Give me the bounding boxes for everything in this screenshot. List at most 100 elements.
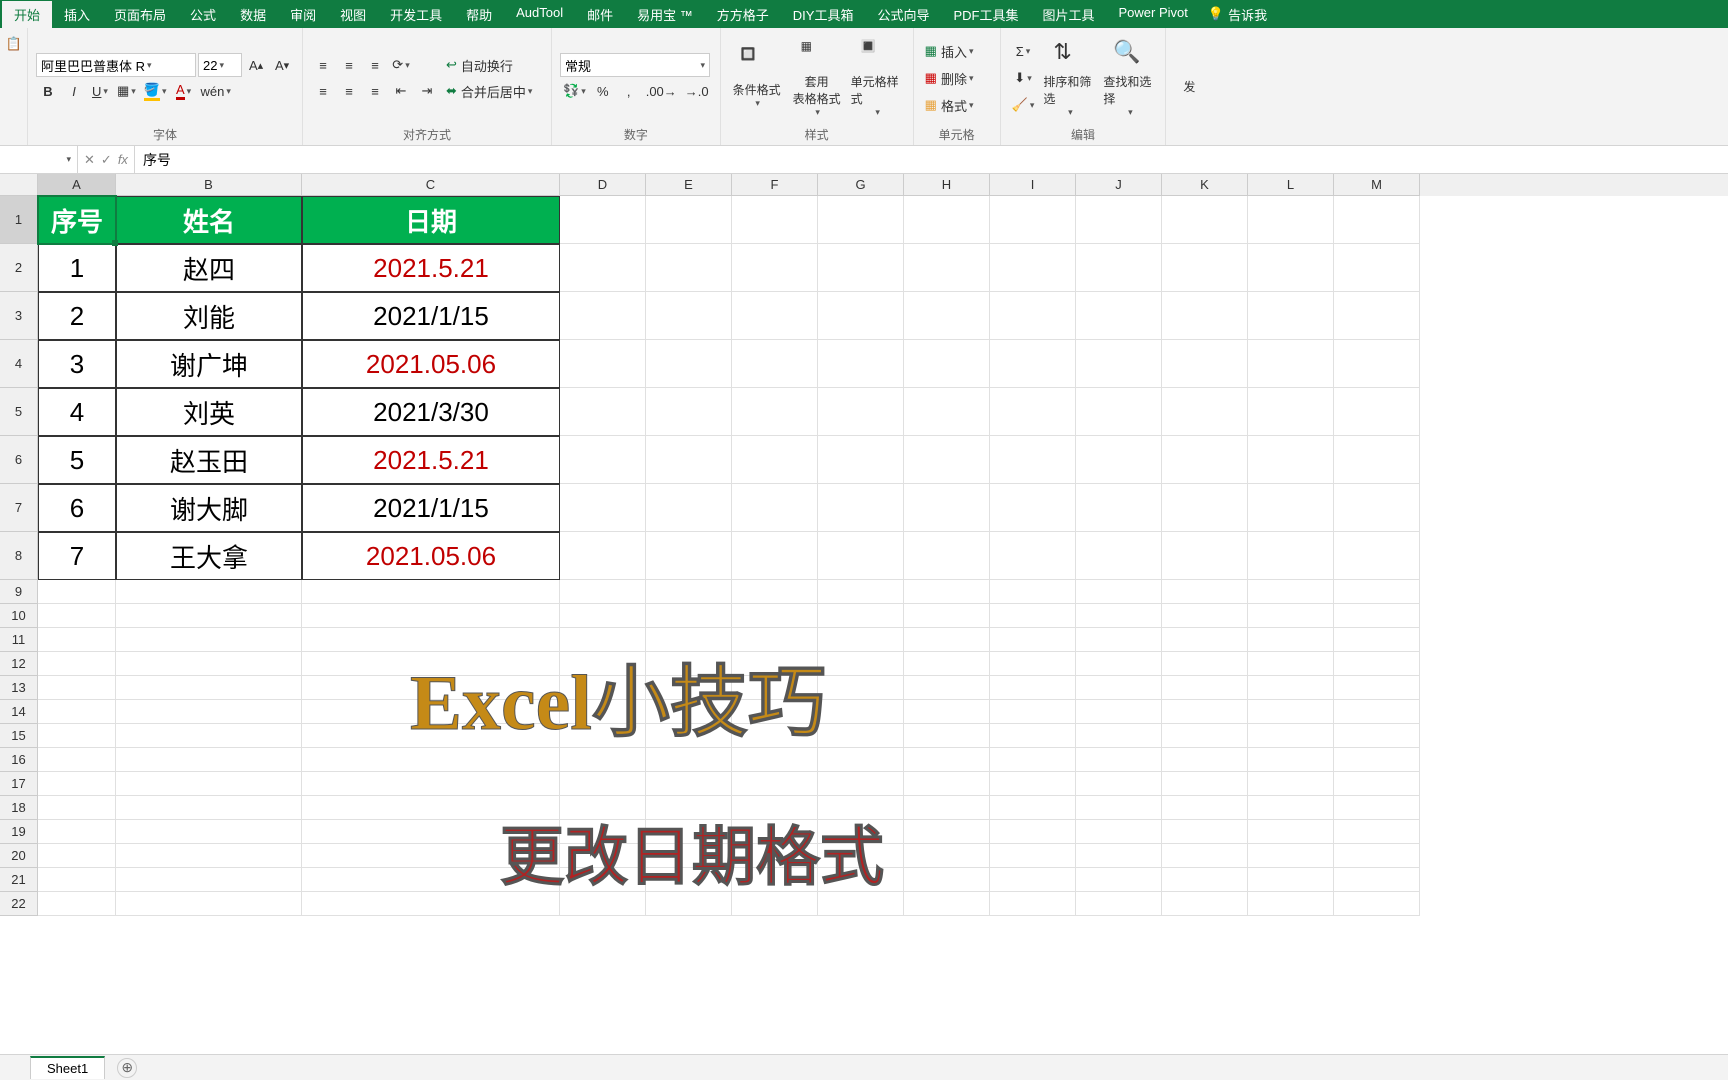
cell[interactable]: 刘能 (116, 292, 302, 340)
cell[interactable] (990, 628, 1076, 652)
cell[interactable] (1076, 604, 1162, 628)
cell[interactable] (904, 244, 990, 292)
row-header[interactable]: 5 (0, 388, 38, 436)
row-header[interactable]: 3 (0, 292, 38, 340)
cell[interactable] (1248, 844, 1334, 868)
cell[interactable] (38, 772, 116, 796)
cell[interactable]: 王大拿 (116, 532, 302, 580)
cell[interactable] (1076, 484, 1162, 532)
cell[interactable] (560, 604, 646, 628)
menu-tab[interactable]: Power Pivot (1107, 1, 1200, 28)
align-left-button[interactable]: ≡ (311, 79, 335, 103)
cell[interactable] (990, 652, 1076, 676)
cell[interactable] (990, 244, 1076, 292)
menu-tab[interactable]: 图片工具 (1030, 1, 1106, 28)
increase-indent-button[interactable]: ⇥ (415, 79, 439, 103)
cell[interactable] (38, 868, 116, 892)
cell[interactable] (818, 532, 904, 580)
cell[interactable]: 赵玉田 (116, 436, 302, 484)
cell[interactable] (1076, 292, 1162, 340)
cell[interactable] (1248, 436, 1334, 484)
italic-button[interactable]: I (62, 79, 86, 103)
cell[interactable] (732, 604, 818, 628)
cell[interactable] (732, 196, 818, 244)
cell[interactable] (646, 532, 732, 580)
cell[interactable] (1334, 868, 1420, 892)
cell[interactable] (1248, 700, 1334, 724)
sort-filter-button[interactable]: ⇅排序和筛选▾ (1041, 32, 1097, 124)
cell[interactable] (1076, 772, 1162, 796)
sheet-tab[interactable]: Sheet1 (30, 1056, 105, 1079)
column-header[interactable]: E (646, 174, 732, 196)
border-button[interactable]: ▦▾ (114, 79, 139, 103)
menu-tab[interactable]: 方方格子 (705, 1, 781, 28)
cell[interactable] (646, 244, 732, 292)
cell[interactable] (732, 388, 818, 436)
cancel-formula-button[interactable]: ✕ (84, 152, 95, 168)
cell[interactable] (1162, 796, 1248, 820)
cell[interactable] (560, 292, 646, 340)
cell[interactable] (990, 676, 1076, 700)
cell[interactable] (904, 484, 990, 532)
cell[interactable] (904, 700, 990, 724)
cell[interactable] (38, 820, 116, 844)
cell[interactable] (904, 436, 990, 484)
cell[interactable] (1076, 676, 1162, 700)
cell[interactable]: 刘英 (116, 388, 302, 436)
cell[interactable] (818, 388, 904, 436)
cell[interactable] (38, 844, 116, 868)
cell[interactable] (904, 388, 990, 436)
cell[interactable] (732, 436, 818, 484)
cell[interactable] (1248, 340, 1334, 388)
cell[interactable] (1334, 748, 1420, 772)
cell[interactable] (904, 844, 990, 868)
cell[interactable] (1334, 772, 1420, 796)
cell[interactable] (1076, 244, 1162, 292)
row-header[interactable]: 11 (0, 628, 38, 652)
cell[interactable] (904, 820, 990, 844)
cell[interactable] (990, 796, 1076, 820)
cell[interactable] (38, 892, 116, 916)
cell[interactable]: 谢广坤 (116, 340, 302, 388)
currency-button[interactable]: 💱▾ (560, 79, 589, 103)
cell[interactable] (990, 340, 1076, 388)
cell[interactable]: 1 (38, 244, 116, 292)
menu-tab[interactable]: 开始 (2, 1, 52, 28)
cell[interactable] (38, 628, 116, 652)
menu-tab[interactable]: 插入 (52, 1, 102, 28)
cell[interactable] (1162, 724, 1248, 748)
cell[interactable] (818, 604, 904, 628)
format-cells-button[interactable]: ▦格式▾ (922, 93, 992, 117)
cell[interactable] (904, 796, 990, 820)
cell[interactable] (1162, 436, 1248, 484)
cell[interactable] (1248, 580, 1334, 604)
cell[interactable] (646, 436, 732, 484)
cell[interactable] (1076, 580, 1162, 604)
row-header[interactable]: 18 (0, 796, 38, 820)
cell[interactable] (1334, 844, 1420, 868)
cell[interactable] (116, 892, 302, 916)
row-header[interactable]: 1 (0, 196, 38, 244)
cell[interactable]: 2021/3/30 (302, 388, 560, 436)
cell[interactable] (818, 484, 904, 532)
cell[interactable] (732, 340, 818, 388)
increase-font-button[interactable]: A▴ (244, 53, 268, 77)
cell[interactable] (1248, 244, 1334, 292)
cell[interactable] (38, 580, 116, 604)
cell[interactable] (302, 772, 560, 796)
cell[interactable] (1334, 604, 1420, 628)
cell[interactable] (1334, 196, 1420, 244)
underline-button[interactable]: U▾ (88, 79, 112, 103)
align-right-button[interactable]: ≡ (363, 79, 387, 103)
cell[interactable] (1334, 628, 1420, 652)
cell[interactable]: 2021/1/15 (302, 484, 560, 532)
cell[interactable] (1248, 532, 1334, 580)
fill-button[interactable]: ⬇▾ (1009, 66, 1038, 90)
phonetic-button[interactable]: wén▾ (198, 79, 234, 103)
cell[interactable] (1076, 796, 1162, 820)
cell[interactable]: 2021.5.21 (302, 244, 560, 292)
menu-tab[interactable]: 邮件 (575, 1, 625, 28)
cell[interactable] (1162, 676, 1248, 700)
cell[interactable] (1162, 532, 1248, 580)
name-box[interactable]: ▾ (0, 146, 78, 173)
